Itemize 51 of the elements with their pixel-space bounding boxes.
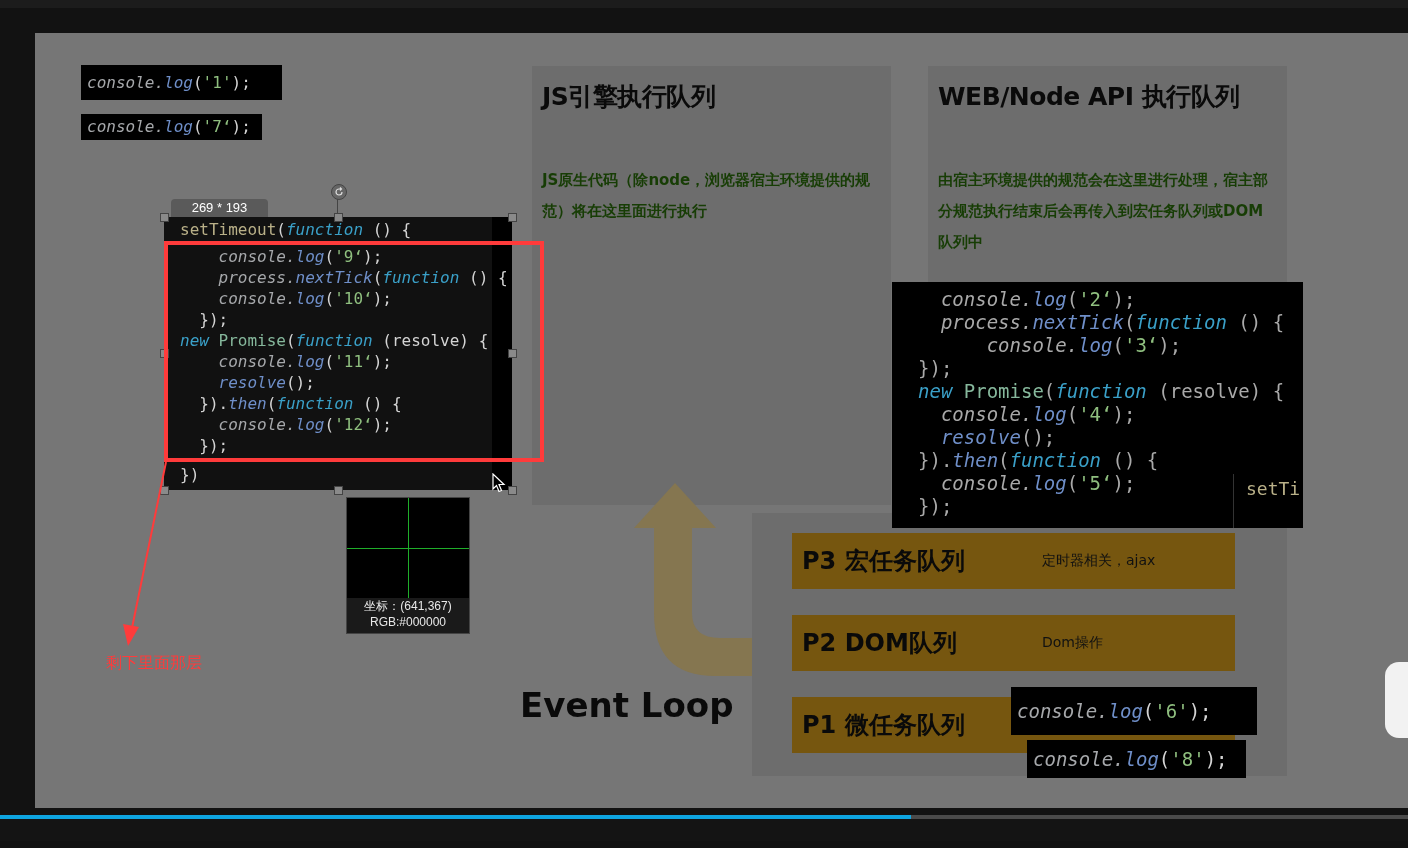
- code-line: console.log('5‘);: [939, 472, 1137, 495]
- queue-label: P2 DOM队列: [802, 628, 958, 659]
- coordinates-text: 坐标：(641,367): [363, 598, 453, 614]
- queue-note: Dom操作: [1042, 634, 1103, 652]
- panel-text: 由宿主环境提供的规范会在这里进行处理，宿主部分规范执行结束后会再传入到宏任务队列或DOM队列中: [938, 170, 1269, 253]
- code-line: }).then(function () {: [918, 449, 1160, 472]
- rotate-handle[interactable]: [331, 184, 347, 200]
- code-line: console.log('2‘);: [939, 288, 1137, 311]
- color-value-text: RGB:#000000: [368, 614, 448, 630]
- resize-handle[interactable]: [334, 486, 343, 495]
- code-line: console.log('10‘);: [217, 288, 393, 309]
- panel-text: JS原生代码（除node，浏览器宿主环境提供的规范）将在这里面进行执行: [542, 170, 872, 222]
- code-line: console.log('9‘);: [217, 246, 384, 267]
- code-line: console.log('7‘);: [87, 116, 252, 138]
- code-line: });: [198, 435, 230, 456]
- slide-title: Event Loop: [520, 685, 734, 725]
- resize-handle[interactable]: [160, 213, 169, 222]
- resize-handle[interactable]: [334, 213, 343, 222]
- code-line: setTimeout(function () {: [180, 219, 413, 240]
- panel-heading: WEB/Node API 执行队列: [938, 81, 1241, 113]
- code-line: console.log('11‘);: [217, 351, 393, 372]
- queue-note: 定时器相关，ajax: [1042, 552, 1156, 570]
- code-fragment: setTi: [1233, 474, 1303, 528]
- code-line: });: [198, 309, 230, 330]
- code-line: console.log('6');: [1017, 699, 1213, 723]
- code-line: });: [918, 495, 954, 518]
- code-line: process.nextTick(function () {: [217, 267, 509, 288]
- code-line: resolve();: [217, 372, 316, 393]
- code-line: }): [180, 464, 201, 485]
- code-line: }).then(function () {: [198, 393, 403, 414]
- code-line: new Promise(function (resolve) {: [180, 330, 490, 351]
- queue-label: P3 宏任务队列: [802, 546, 966, 577]
- code-line: process.nextTick(function () {: [939, 311, 1286, 334]
- size-label: 269 * 193: [171, 199, 268, 217]
- code-line: resolve();: [939, 426, 1057, 449]
- resize-handle[interactable]: [160, 486, 169, 495]
- resize-handle[interactable]: [160, 349, 169, 358]
- code-line: new Promise(function (resolve) {: [918, 380, 1286, 403]
- code-line: console.log('3‘);: [985, 334, 1183, 357]
- panel-heading: JS引擎执行队列: [542, 81, 717, 113]
- code-line: console.log('1');: [87, 71, 252, 94]
- resize-handle[interactable]: [508, 486, 517, 495]
- rotate-icon: [334, 187, 344, 197]
- code-line: });: [918, 357, 954, 380]
- annotation-text: 剩下里面那层: [106, 653, 202, 674]
- code-line: console.log('12‘);: [217, 414, 393, 435]
- progress-track[interactable]: [0, 815, 1408, 819]
- code-line: console.log('8');: [1033, 747, 1229, 771]
- resize-handle[interactable]: [508, 349, 517, 358]
- resize-handle[interactable]: [508, 213, 517, 222]
- code-line: console.log('4‘);: [939, 403, 1137, 426]
